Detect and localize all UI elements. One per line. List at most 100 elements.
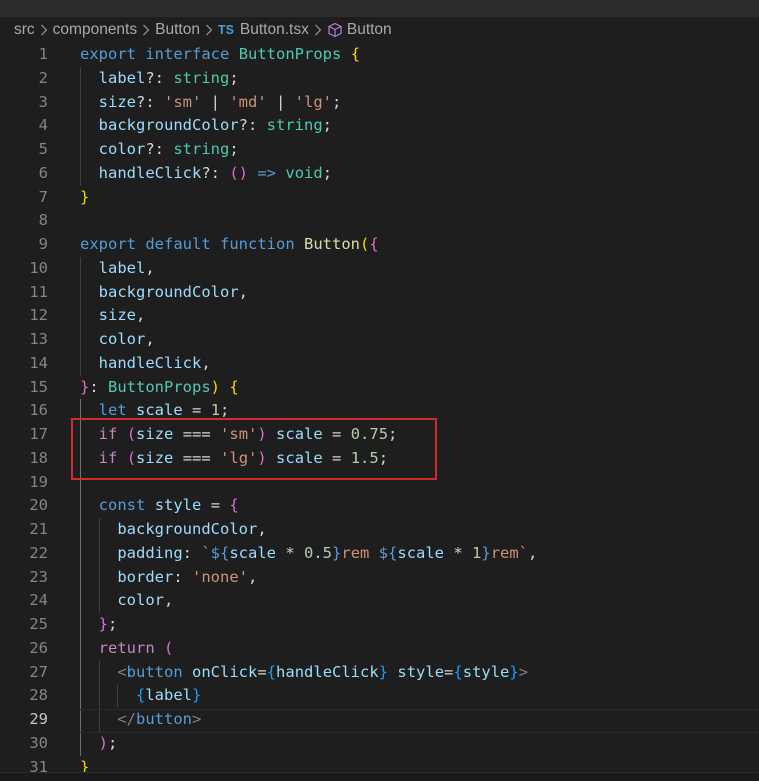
code-line[interactable]: 13 color,	[0, 328, 759, 352]
code-text: {label}	[80, 684, 201, 708]
code-token: ButtonProps	[108, 377, 211, 396]
code-line[interactable]: 28 {label}	[0, 684, 759, 708]
code-line[interactable]: 24 color,	[0, 589, 759, 613]
code-token: ,	[201, 353, 211, 372]
code-line[interactable]: 2 label?: string;	[0, 67, 759, 91]
code-token: ;	[108, 733, 118, 752]
code-line[interactable]: 5 color?: string;	[0, 138, 759, 162]
code-text: const style = {	[80, 494, 239, 518]
editor-tab[interactable]	[624, 0, 759, 17]
code-token: =	[257, 662, 267, 681]
code-token: size	[98, 92, 136, 111]
code-token: ,	[145, 330, 155, 348]
code-token: `	[201, 543, 211, 562]
code-line[interactable]: 25 };	[0, 613, 759, 637]
code-line[interactable]: 26 return (	[0, 637, 759, 661]
code-token: ;	[229, 68, 239, 87]
line-number: 2	[38, 68, 48, 87]
code-token: style	[462, 662, 510, 681]
code-token: ;	[322, 163, 333, 182]
code-line[interactable]: 30 );	[0, 732, 759, 756]
code-text: label?: string;	[80, 67, 239, 91]
code-line[interactable]: 7}	[0, 186, 759, 210]
code-line[interactable]: 10 label,	[0, 257, 759, 281]
code-line[interactable]: 1 export interface ButtonProps {	[0, 43, 759, 67]
line-number: 30	[29, 733, 48, 752]
code-line[interactable]: 4 backgroundColor?: string;	[0, 114, 759, 138]
code-text: export default function Button({	[80, 233, 379, 257]
code-token: padding	[117, 543, 183, 562]
code-token: color	[98, 140, 146, 158]
typescript-file-icon: TS	[217, 23, 234, 37]
code-token: export	[80, 235, 136, 253]
code-token: ,	[238, 282, 248, 301]
line-number: 10	[29, 258, 48, 277]
code-text: };	[80, 613, 118, 637]
code-line[interactable]: 6 handleClick?: () => void;	[0, 162, 759, 186]
code-token: {	[229, 496, 239, 515]
code-token: 1	[472, 543, 482, 562]
code-line[interactable]: 9 export default function Button({	[0, 233, 759, 257]
editor-tab[interactable]	[269, 0, 448, 17]
code-line[interactable]: 15}: ButtonProps) {	[0, 376, 759, 400]
code-line[interactable]: 29 </button>	[0, 708, 759, 733]
code-token: >	[518, 662, 529, 681]
code-token: 1	[210, 401, 221, 420]
code-token: }	[378, 662, 389, 681]
breadcrumb-item-file[interactable]: Button.tsx	[240, 21, 309, 39]
code-line[interactable]: 23 border: 'none',	[0, 566, 759, 590]
line-number: 8	[38, 211, 48, 230]
code-line[interactable]: 8	[0, 209, 759, 233]
code-token: ,	[136, 306, 146, 325]
code-line[interactable]: 3 size?: 'sm' | 'md' | 'lg';	[0, 91, 759, 115]
code-line[interactable]: 22 padding: `${scale * 0.5}rem ${scale *…	[0, 542, 759, 566]
editor-tab[interactable]	[0, 0, 269, 17]
code-token: handleClick	[98, 163, 202, 182]
line-number: 28	[29, 686, 48, 705]
code-token: {	[350, 45, 361, 63]
editor-tab[interactable]	[448, 0, 624, 17]
line-number: 14	[29, 353, 48, 372]
line-number: 15	[29, 377, 48, 396]
code-token: scale	[136, 401, 183, 420]
code-token: :	[89, 377, 109, 396]
breadcrumb-item-src[interactable]: src	[14, 21, 35, 39]
code-line[interactable]: 21 backgroundColor,	[0, 518, 759, 542]
line-number: 4	[38, 116, 48, 135]
code-text: border: 'none',	[80, 566, 257, 590]
code-line[interactable]: 20 const style = {	[0, 494, 759, 518]
code-text: handleClick?: () => void;	[80, 162, 332, 186]
code-editor[interactable]: 1 export interface ButtonProps {2 label?:…	[0, 43, 759, 780]
code-token: (	[360, 235, 370, 253]
code-token: *	[276, 543, 305, 562]
breadcrumb-item-button-folder[interactable]: Button	[155, 21, 200, 39]
code-token: ;	[331, 92, 342, 111]
breadcrumb-item-components[interactable]: components	[53, 21, 137, 39]
code-token: handleClick	[98, 353, 202, 372]
code-token: string	[266, 116, 323, 135]
breadcrumb-item-symbol[interactable]: Button	[347, 21, 392, 39]
code-line[interactable]: 14 handleClick,	[0, 352, 759, 376]
line-number: 6	[38, 163, 48, 182]
code-token: 'md'	[229, 92, 267, 111]
code-token: ?:	[145, 68, 174, 87]
code-line[interactable]: 12 size,	[0, 304, 759, 328]
line-number: 11	[29, 282, 48, 301]
code-text: backgroundColor,	[80, 281, 248, 305]
code-token: {	[453, 662, 463, 681]
breadcrumb: src components Button TS Button.tsx Butt…	[0, 17, 759, 43]
code-line[interactable]: 11 backgroundColor,	[0, 281, 759, 305]
code-token: size	[98, 306, 136, 325]
code-line[interactable]: 27 <button onClick={handleClick} style={…	[0, 661, 759, 685]
